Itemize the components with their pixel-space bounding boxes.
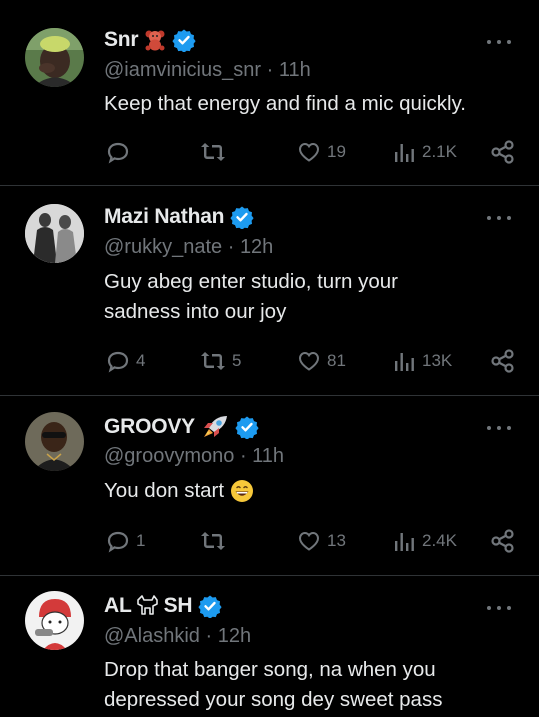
like-count: 13 (327, 531, 346, 550)
handle-row: @Alashkid · 12h (104, 625, 251, 648)
tweet-text: Guy abeg enter studio, turn your sadness… (104, 267, 519, 327)
verified-badge-icon (198, 594, 222, 618)
separator-dot: · (266, 59, 274, 81)
retweet-button[interactable]: 5 (200, 347, 241, 375)
tweet-text-line: Drop that banger song, na when you (104, 658, 436, 681)
handle[interactable]: @iamvinicius_snr (104, 59, 261, 81)
more-options-icon[interactable] (487, 40, 511, 46)
rocket-icon (201, 414, 229, 440)
share-icon (491, 140, 514, 164)
display-name[interactable]: Mazi Nathan (104, 205, 225, 229)
reply-icon (107, 351, 129, 373)
reply-button[interactable]: 1 (106, 527, 145, 555)
action-bar: 19 2.1K (104, 138, 516, 166)
handle[interactable]: @groovymono (104, 445, 234, 467)
tweet[interactable]: Snr @iamvinicius_snr · 11h Keep that ene… (0, 0, 539, 186)
view-count: 2.1K (422, 142, 457, 161)
more-options-icon[interactable] (487, 426, 511, 432)
verified-badge-icon (235, 415, 259, 439)
share-button[interactable] (490, 138, 516, 166)
reply-count: 1 (136, 531, 146, 550)
separator-dot: · (205, 625, 213, 647)
display-name-part[interactable]: AL (104, 594, 132, 618)
like-button[interactable]: 81 (297, 347, 346, 375)
reply-count: 4 (136, 351, 146, 370)
separator-dot: · (239, 445, 247, 467)
heart-icon (298, 142, 320, 162)
author-row: Snr (104, 28, 197, 52)
view-count: 13K (422, 351, 453, 370)
handle-row: @groovymono · 11h (104, 445, 284, 468)
retweet-icon (201, 532, 225, 550)
handle-row: @iamvinicius_snr · 11h (104, 59, 311, 82)
tweet-text-line: Keep that energy and find a mic quickly. (104, 92, 466, 115)
retweet-icon (201, 143, 225, 161)
share-button[interactable] (490, 527, 516, 555)
share-icon (491, 349, 514, 373)
tweet-text-line: sadness into our joy (104, 300, 287, 323)
views-button[interactable]: 2.1K (394, 138, 457, 166)
avatar[interactable] (25, 204, 84, 263)
display-name-part[interactable]: SH (164, 594, 193, 618)
tweet-text: Drop that banger song, na when you depre… (104, 655, 519, 715)
timestamp[interactable]: 11h (279, 59, 311, 81)
like-count: 19 (327, 142, 346, 161)
reply-icon (107, 531, 129, 553)
heart-icon (298, 531, 320, 551)
avatar[interactable] (25, 591, 84, 650)
handle[interactable]: @Alashkid (104, 625, 200, 647)
tweet-text-line: You don start (104, 479, 225, 502)
retweet-button[interactable] (200, 138, 232, 166)
display-name[interactable]: GROOVY (104, 415, 195, 439)
timestamp[interactable]: 12h (218, 625, 251, 647)
tweet[interactable]: AL SH @Alashkid · 12h Drop that banger s… (0, 576, 539, 717)
avatar[interactable] (25, 28, 84, 87)
like-button[interactable]: 13 (297, 527, 346, 555)
separator-dot: · (227, 236, 235, 258)
teddy-bear-icon (144, 29, 166, 51)
tweet[interactable]: Mazi Nathan @rukky_nate · 12h Guy abeg e… (0, 186, 539, 396)
avatar[interactable] (25, 412, 84, 471)
tweet-text-line: depressed your song dey sweet pass (104, 688, 443, 711)
verified-badge-icon (172, 28, 197, 52)
retweet-count: 5 (232, 351, 242, 370)
views-button[interactable]: 2.4K (394, 527, 457, 555)
handle[interactable]: @rukky_nate (104, 236, 222, 258)
tweet-text: Keep that energy and find a mic quickly. (104, 89, 519, 119)
reply-icon (107, 142, 129, 164)
reply-button[interactable] (106, 138, 136, 166)
retweet-button[interactable] (200, 527, 232, 555)
retweet-icon (201, 352, 225, 370)
reply-button[interactable]: 4 (106, 347, 145, 375)
action-bar: 4 5 81 13K (104, 347, 516, 375)
handle-row: @rukky_nate · 12h (104, 236, 273, 259)
display-name[interactable]: Snr (104, 28, 139, 52)
grinning-face-icon (230, 479, 254, 503)
share-icon (491, 529, 514, 553)
timestamp[interactable]: 11h (252, 445, 284, 467)
timestamp[interactable]: 12h (240, 236, 273, 258)
tweet-text: You don start (104, 476, 519, 506)
share-button[interactable] (490, 347, 516, 375)
dog-glyph-icon (135, 594, 161, 618)
analytics-icon (395, 353, 414, 371)
analytics-icon (395, 533, 414, 551)
author-row: AL SH (104, 594, 222, 618)
tweet-text-line: Guy abeg enter studio, turn your (104, 270, 399, 293)
action-bar: 1 13 2.4K (104, 527, 516, 555)
timeline-feed: Snr @iamvinicius_snr · 11h Keep that ene… (0, 0, 539, 717)
more-options-icon[interactable] (487, 216, 511, 222)
author-row: GROOVY (104, 414, 259, 440)
tweet[interactable]: GROOVY @groovymono · 11h You don start 1… (0, 396, 539, 576)
views-button[interactable]: 13K (394, 347, 452, 375)
more-options-icon[interactable] (487, 606, 511, 612)
like-button[interactable]: 19 (297, 138, 346, 166)
verified-badge-icon (230, 205, 254, 229)
view-count: 2.4K (422, 531, 457, 550)
author-row: Mazi Nathan (104, 205, 254, 229)
like-count: 81 (327, 351, 346, 370)
analytics-icon (395, 144, 414, 162)
heart-icon (298, 351, 320, 371)
